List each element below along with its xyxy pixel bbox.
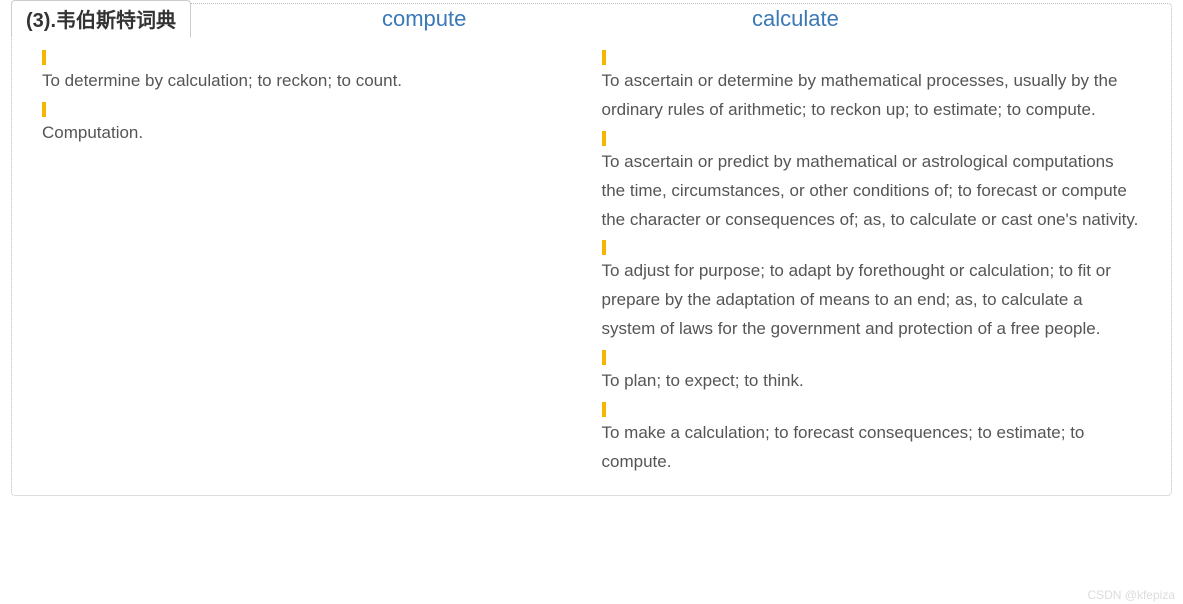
- entry-marker-icon: [602, 131, 606, 146]
- calculate-definition: To ascertain or predict by mathematical …: [602, 148, 1142, 235]
- entry-marker-icon: [42, 102, 46, 117]
- entry-marker-icon: [602, 402, 606, 417]
- entry-marker-icon: [602, 50, 606, 65]
- content-area: To determine by calculation; to reckon; …: [12, 38, 1171, 495]
- compute-entry: Computation.: [42, 102, 572, 148]
- calculate-definition: To adjust for purpose; to adapt by foret…: [602, 257, 1142, 344]
- calculate-entry: To plan; to expect; to think.: [602, 350, 1142, 396]
- calculate-entry: To adjust for purpose; to adapt by foret…: [602, 240, 1142, 344]
- compute-definition: Computation.: [42, 119, 572, 148]
- dictionary-tab[interactable]: (3).韦伯斯特词典: [11, 0, 191, 38]
- entry-marker-icon: [602, 350, 606, 365]
- dictionary-panel: (3).韦伯斯特词典 compute calculate To determin…: [11, 3, 1172, 496]
- calculate-definition: To ascertain or determine by mathematica…: [602, 67, 1142, 125]
- header-word-calculate: calculate: [752, 6, 839, 32]
- calculate-entry: To make a calculation; to forecast conse…: [602, 402, 1142, 477]
- left-column: To determine by calculation; to reckon; …: [12, 50, 592, 483]
- calculate-entry: To ascertain or determine by mathematica…: [602, 50, 1142, 125]
- watermark: CSDN @kfepiza: [1087, 588, 1175, 602]
- right-column: To ascertain or determine by mathematica…: [592, 50, 1172, 483]
- entry-marker-icon: [602, 240, 606, 255]
- header-word-compute: compute: [382, 6, 466, 32]
- calculate-definition: To make a calculation; to forecast conse…: [602, 419, 1142, 477]
- compute-entry: To determine by calculation; to reckon; …: [42, 50, 572, 96]
- calculate-definition: To plan; to expect; to think.: [602, 367, 1142, 396]
- compute-definition: To determine by calculation; to reckon; …: [42, 67, 572, 96]
- calculate-entry: To ascertain or predict by mathematical …: [602, 131, 1142, 235]
- entry-marker-icon: [42, 50, 46, 65]
- header-row: (3).韦伯斯特词典 compute calculate: [12, 4, 1171, 38]
